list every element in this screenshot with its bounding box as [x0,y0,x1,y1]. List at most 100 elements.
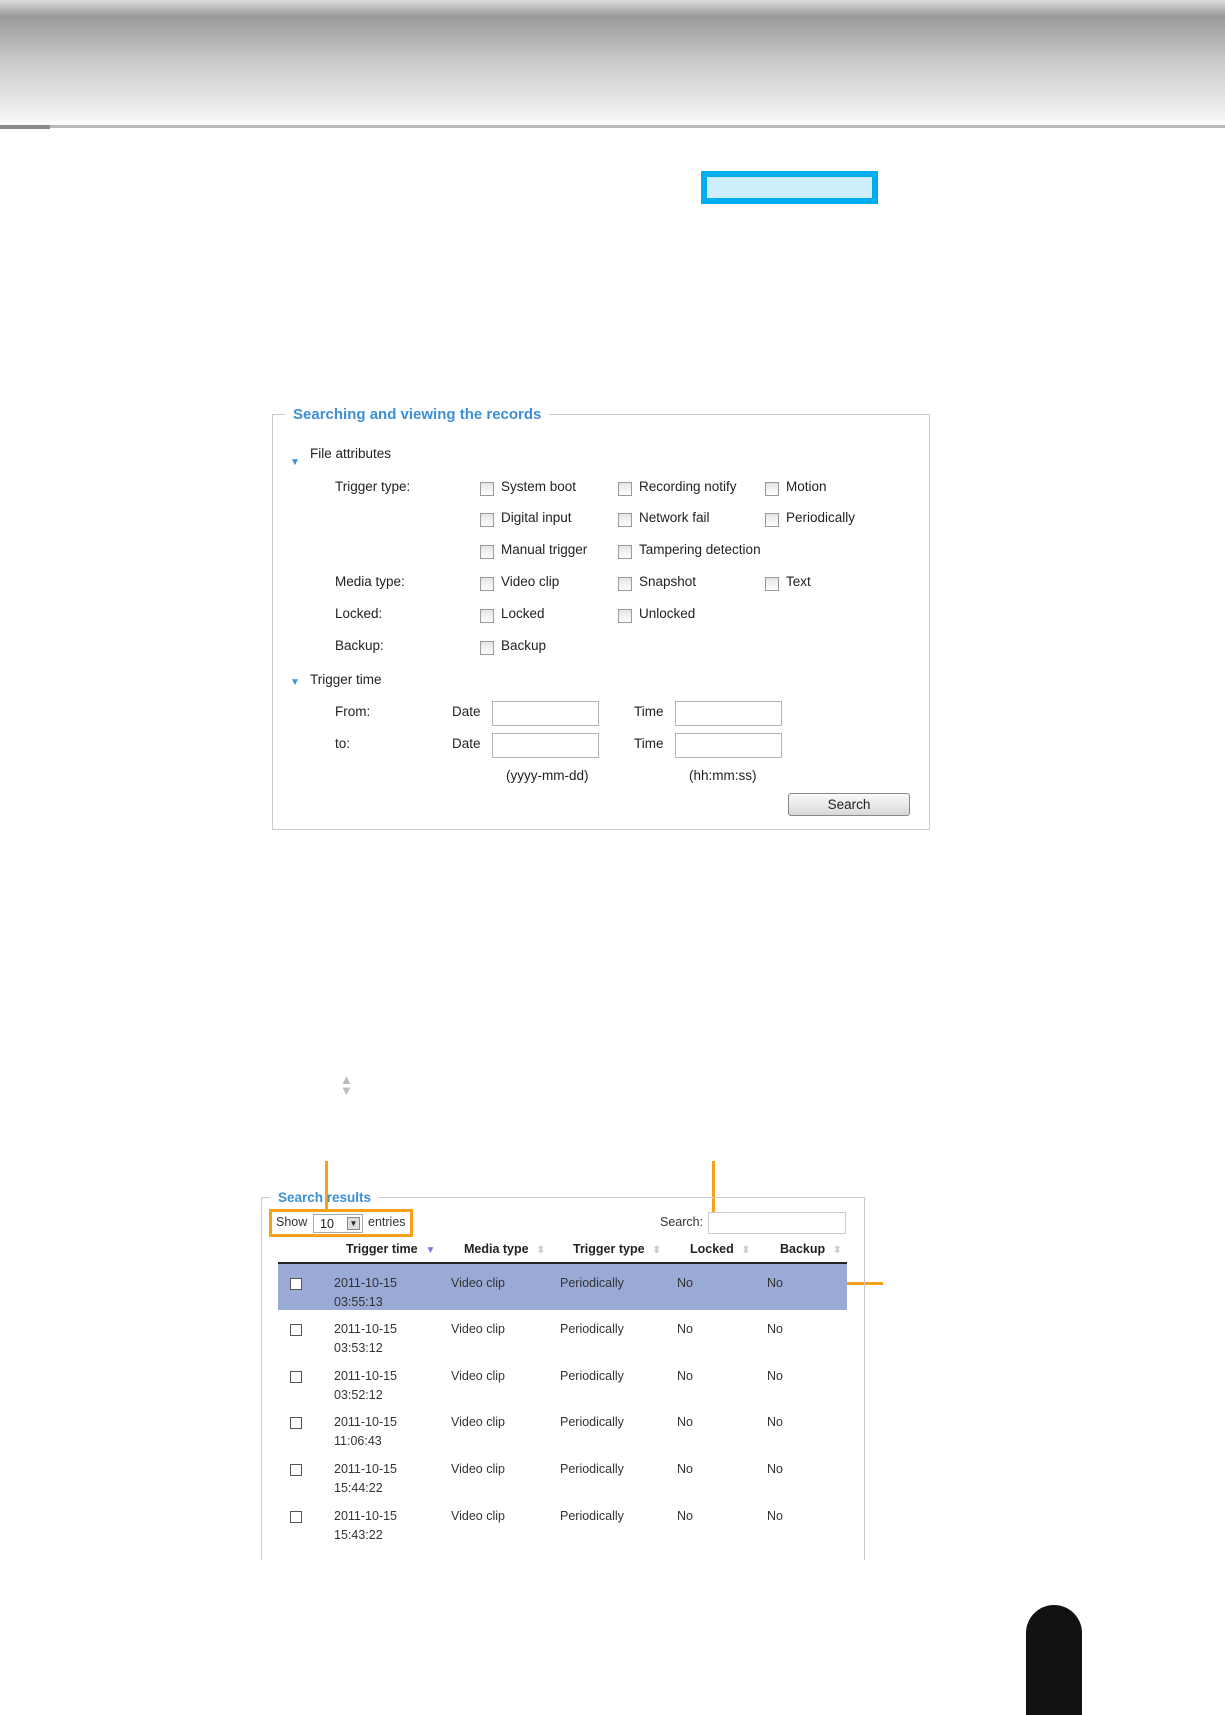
checkbox-locked[interactable] [480,609,494,623]
table-search-label: Search: [660,1215,704,1229]
collapse-arrow-icon[interactable]: ▼ [290,677,300,688]
column-label: Backup [780,1242,826,1256]
page-header-banner [0,0,1225,128]
row-media-type: Video clip [451,1369,505,1383]
checkbox-network-fail[interactable] [618,513,632,527]
checkbox-label: Tampering detection [639,542,761,557]
column-header-trigger-time[interactable]: Trigger time ▼ [346,1242,435,1256]
to-label: to: [335,736,351,751]
checkbox-label: Digital input [501,510,572,525]
column-label: Media type [464,1242,529,1256]
checkbox-system-boot[interactable] [480,482,494,496]
checkbox-label: Network fail [639,510,710,525]
to-time-input[interactable] [675,733,782,758]
row-time: 03:55:13 [334,1295,383,1309]
row-checkbox[interactable] [290,1278,302,1290]
checkbox-label: Video clip [501,574,560,589]
row-trigger-type: Periodically [560,1509,624,1523]
row-media-type: Video clip [451,1322,505,1336]
row-checkbox[interactable] [290,1511,302,1523]
from-time-input[interactable] [675,701,782,726]
checkbox-manual-trigger[interactable] [480,545,494,559]
row-trigger-type: Periodically [560,1369,624,1383]
from-date-input[interactable] [492,701,599,726]
row-trigger-type: Periodically [560,1462,624,1476]
column-header-media-type[interactable]: Media type ⬍ [464,1242,545,1256]
row-time: 15:44:22 [334,1481,383,1495]
locked-label: Locked: [335,606,383,621]
row-locked: No [677,1322,693,1336]
row-date: 2011-10-15 [334,1462,398,1476]
checkbox-snapshot[interactable] [618,577,632,591]
checkbox-periodically[interactable] [765,513,779,527]
trigger-time-toggle[interactable]: Trigger time [310,672,382,687]
row-media-type: Video clip [451,1415,505,1429]
row-backup: No [767,1322,783,1336]
header-accent [0,125,50,129]
search-button[interactable]: Search [788,793,910,816]
row-locked: No [677,1276,693,1290]
checkbox-label: Snapshot [639,574,697,589]
checkbox-digital-input[interactable] [480,513,494,527]
row-time: 15:43:22 [334,1528,383,1542]
row-trigger-type: Periodically [560,1322,624,1336]
collapse-arrow-icon[interactable]: ▼ [290,457,300,468]
row-date: 2011-10-15 [334,1415,398,1429]
row-time: 03:52:12 [334,1388,383,1402]
checkbox-recording-notify[interactable] [618,482,632,496]
checkbox-text[interactable] [765,577,779,591]
highlight-callout [701,171,878,204]
row-trigger-type: Periodically [560,1415,624,1429]
sort-desc-icon: ▼ [425,1245,436,1256]
from-label: From: [335,704,371,719]
checkbox-backup[interactable] [480,641,494,655]
row-media-type: Video clip [451,1276,505,1290]
trigger-type-label: Trigger type: [335,479,411,494]
checkbox-label: Motion [786,479,827,494]
entries-select[interactable]: 10 ▼ [313,1214,363,1233]
date-label: Date [452,704,481,719]
date-label: Date [452,736,481,751]
row-locked: No [677,1462,693,1476]
checkbox-label: Recording notify [639,479,737,494]
row-checkbox[interactable] [290,1417,302,1429]
show-label: Show [276,1215,308,1229]
column-header-backup[interactable]: Backup ⬍ [780,1242,842,1256]
page-number-tab [1026,1605,1082,1715]
media-type-label: Media type: [335,574,405,589]
time-label: Time [634,736,664,751]
row-checkbox[interactable] [290,1464,302,1476]
entries-label: entries [368,1215,406,1229]
row-backup: No [767,1415,783,1429]
checkbox-video-clip[interactable] [480,577,494,591]
column-header-trigger-type[interactable]: Trigger type ⬍ [573,1242,661,1256]
column-label: Locked [690,1242,734,1256]
row-locked: No [677,1369,693,1383]
row-date: 2011-10-15 [334,1369,398,1383]
time-label: Time [634,704,664,719]
entries-value: 10 [320,1217,334,1231]
to-date-input[interactable] [492,733,599,758]
checkbox-unlocked[interactable] [618,609,632,623]
checkbox-label: Text [786,574,811,589]
table-search-input[interactable] [708,1212,846,1234]
row-time: 03:53:12 [334,1341,383,1355]
row-checkbox[interactable] [290,1324,302,1336]
sort-icon: ⬍ [833,1245,842,1256]
chevron-down-icon: ▼ [347,1217,360,1230]
time-format-hint: (hh:mm:ss) [689,768,757,783]
backup-label: Backup: [335,638,384,653]
checkbox-label: Locked [501,606,545,621]
column-header-locked[interactable]: Locked ⬍ [690,1242,750,1256]
checkbox-motion[interactable] [765,482,779,496]
sort-icon: ⬍ [536,1245,545,1256]
sort-icon: ⬍ [741,1245,751,1256]
row-media-type: Video clip [451,1509,505,1523]
date-format-hint: (yyyy-mm-dd) [506,768,589,783]
checkbox-label: Backup [501,638,547,653]
file-attributes-toggle[interactable]: File attributes [310,446,391,461]
row-checkbox[interactable] [290,1371,302,1383]
row-time: 11:06:43 [334,1434,382,1448]
sort-icon: ⬍ [652,1245,661,1256]
checkbox-tampering-detection[interactable] [618,545,632,559]
